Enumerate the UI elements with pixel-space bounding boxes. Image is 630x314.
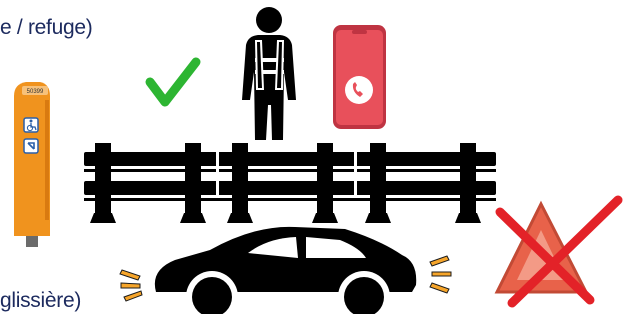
scene-illustration: 50399: [14, 7, 623, 314]
pillar-number: 50399: [27, 89, 44, 95]
emergency-phone-pillar: 50399: [14, 82, 50, 247]
car-with-hazard-lights-icon: [119, 226, 452, 314]
checkmark-icon: [145, 57, 201, 107]
guardrail-icon: [84, 143, 496, 223]
warning-triangle-crossed-icon: [494, 195, 623, 308]
safety-vest-person-icon: [242, 7, 296, 140]
smartphone-call-icon: [333, 25, 386, 129]
